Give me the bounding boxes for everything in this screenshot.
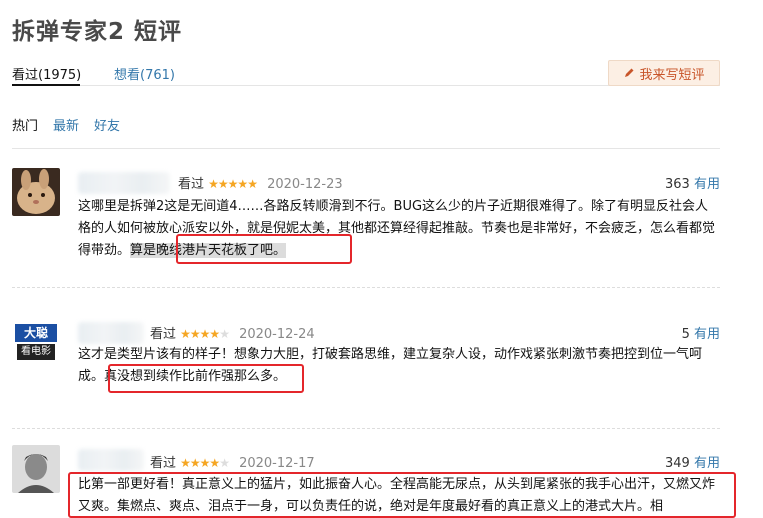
avatar-text-line2: 看电影: [21, 346, 51, 357]
username-blurred[interactable]: [78, 322, 144, 344]
review-meta: 看过 ★★★★★ 2020-12-23: [178, 173, 343, 192]
useful-button[interactable]: 有用: [694, 327, 720, 342]
vote-count: 349: [665, 456, 690, 471]
rating-stars: ★★★★★: [208, 177, 258, 191]
vote-count: 5: [681, 327, 690, 342]
tab-watched[interactable]: 看过(1975): [12, 64, 81, 83]
filter-divider: [12, 148, 720, 149]
useful-button[interactable]: 有用: [694, 177, 720, 192]
review-date: 2020-12-23: [267, 177, 343, 192]
avatar[interactable]: [12, 445, 60, 493]
vote-area: 349 有用: [665, 452, 720, 471]
man-portrait-avatar-icon: [12, 445, 60, 493]
review-text: 这哪里是拆弹2这是无间道4……各路反转顺滑到不行。BUG这么少的片子近期很难得了…: [78, 196, 720, 262]
rating-stars: ★★★★★: [180, 327, 230, 341]
pencil-icon: [625, 68, 634, 77]
review-date: 2020-12-17: [239, 456, 315, 471]
vote-count: 363: [665, 177, 690, 192]
write-review-label: 我来写短评: [639, 67, 705, 83]
watched-label: 看过: [178, 177, 205, 192]
annotation-box: [68, 472, 736, 518]
tab-want[interactable]: 想看(761): [114, 64, 175, 83]
filter-latest[interactable]: 最新: [53, 115, 79, 134]
filter-hot[interactable]: 热门: [12, 115, 38, 134]
filter-friends[interactable]: 好友: [94, 115, 120, 134]
page-title: 拆弹专家2 短评: [12, 19, 183, 45]
review-divider: [12, 287, 720, 289]
avatar-text-line1: 大聪: [23, 326, 48, 340]
review-date: 2020-12-24: [239, 327, 315, 342]
rating-stars: ★★★★★: [180, 456, 230, 470]
username-blurred[interactable]: [78, 172, 170, 194]
avatar[interactable]: [12, 168, 60, 216]
avatar[interactable]: 大聪 看电影: [12, 318, 60, 366]
review-divider: [12, 428, 720, 430]
annotation-box: [108, 364, 304, 393]
watched-label: 看过: [150, 327, 177, 342]
rabbit-avatar-icon: [12, 168, 60, 216]
vote-area: 363 有用: [665, 173, 720, 192]
review-meta: 看过 ★★★★★ 2020-12-24: [150, 323, 315, 342]
tab-active-indicator: [12, 84, 80, 86]
username-blurred[interactable]: [78, 449, 144, 471]
watched-label: 看过: [150, 456, 177, 471]
annotation-box: [176, 234, 352, 264]
vote-area: 5 有用: [682, 323, 720, 342]
review-meta: 看过 ★★★★★ 2020-12-17: [150, 452, 315, 471]
write-review-button[interactable]: 我来写短评: [608, 60, 720, 86]
useful-button[interactable]: 有用: [694, 456, 720, 471]
